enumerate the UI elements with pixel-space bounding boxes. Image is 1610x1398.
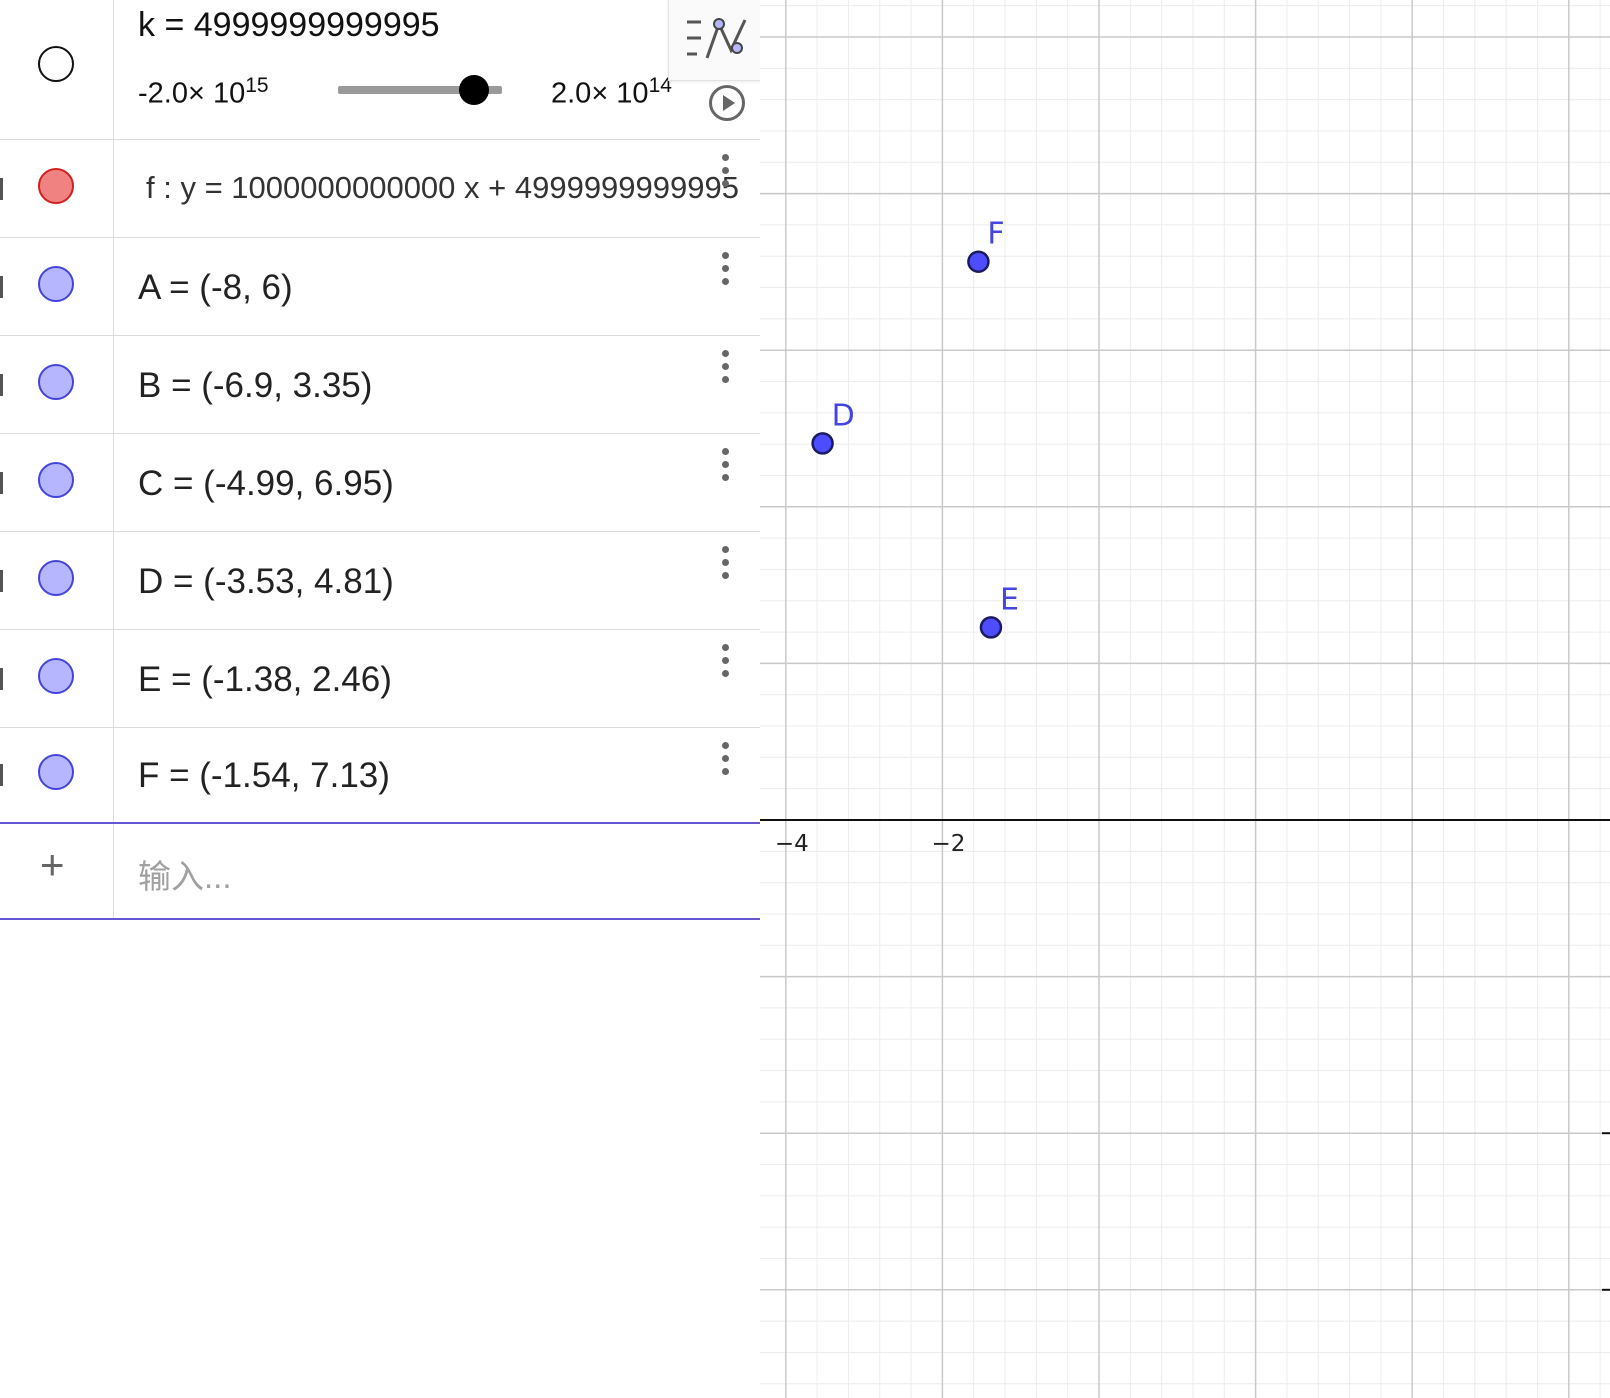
point-D[interactable] (811, 432, 834, 455)
visibility-toggle-D[interactable] (38, 560, 74, 596)
algebra-row-C[interactable]: C = (-4.99, 6.95) (0, 434, 760, 532)
algebra-view: k = 4999999999995 -2.0× 1015 2.0× 1014 f… (0, 0, 761, 1398)
row-edge-mark (0, 764, 3, 786)
visibility-toggle-f[interactable] (38, 168, 74, 204)
point-definition[interactable]: F = (-1.54, 7.13) (138, 756, 390, 796)
marble-cell (0, 336, 114, 433)
slider-thumb[interactable] (459, 75, 489, 105)
point-definition[interactable]: E = (-1.38, 2.46) (138, 660, 392, 700)
point-label-D: D (832, 398, 855, 433)
major-grid (760, 0, 1610, 1398)
marble-cell (0, 0, 114, 139)
graphics-view[interactable]: −10−8−6−4−2 f ABCDEF (760, 0, 1610, 1398)
marble-cell (0, 140, 114, 237)
marble-cell (0, 630, 114, 727)
algebra-row-D[interactable]: D = (-3.53, 4.81) (0, 532, 760, 630)
slider-definition[interactable]: k = 4999999999995 (138, 6, 440, 45)
point-F[interactable] (967, 250, 990, 273)
x-tick-labels: −10−8−6−4−2 (775, 831, 966, 857)
point-definition[interactable]: D = (-3.53, 4.81) (138, 562, 394, 602)
row-edge-mark (0, 570, 3, 592)
marble-cell (0, 434, 114, 531)
algebra-graphics-style-icon (687, 18, 747, 59)
visibility-toggle-F[interactable] (38, 754, 74, 790)
input-placeholder[interactable]: 输入... (138, 850, 232, 898)
slider-max-value: 2.0× 1014 (551, 74, 672, 111)
point-definition[interactable]: C = (-4.99, 6.95) (138, 464, 394, 504)
visibility-toggle-A[interactable] (38, 266, 74, 302)
visibility-toggle-E[interactable] (38, 658, 74, 694)
more-options-icon[interactable] (722, 350, 730, 389)
slider-row-k[interactable]: k = 4999999999995 -2.0× 1015 2.0× 1014 (0, 0, 761, 140)
function-definition[interactable]: f : y = 1000000000000 x + 4999999999995 (146, 170, 760, 206)
marble-cell (0, 238, 114, 335)
marble-cell (0, 728, 114, 822)
play-circle-icon[interactable] (708, 84, 746, 122)
slider-min-value: -2.0× 1015 (138, 74, 269, 111)
input-bar[interactable]: + 输入... (0, 822, 760, 920)
coordinate-plane[interactable]: −10−8−6−4−2 f ABCDEF (760, 0, 1610, 1398)
algebra-row-E[interactable]: E = (-1.38, 2.46) (0, 630, 760, 728)
point-E[interactable] (979, 616, 1003, 639)
algebra-row-F[interactable]: F = (-1.54, 7.13) (0, 728, 760, 822)
slider-max-base: 2.0× 10 (551, 77, 649, 110)
point-definition[interactable]: A = (-8, 6) (138, 268, 293, 308)
more-options-icon[interactable] (722, 742, 730, 781)
more-options-icon[interactable] (722, 644, 730, 683)
slider-min-exponent: 15 (245, 74, 269, 97)
axes (760, 819, 1610, 1291)
visibility-toggle-C[interactable] (38, 462, 74, 498)
point-label-F: F (987, 217, 1004, 252)
row-edge-mark (0, 374, 3, 396)
more-options-icon[interactable] (722, 546, 730, 585)
marble-cell: + (0, 824, 114, 918)
slider-min-base: -2.0× 10 (138, 77, 246, 110)
x-tick-label: −2 (931, 831, 965, 857)
algebra-row-B[interactable]: B = (-6.9, 3.35) (0, 336, 760, 434)
row-edge-mark (0, 178, 3, 200)
algebra-row-f[interactable]: f : y = 1000000000000 x + 4999999999995 (0, 140, 760, 238)
points-layer: ABCDEF (811, 217, 1019, 639)
minor-grid (760, 0, 1610, 1398)
algebra-row-A[interactable]: A = (-8, 6) (0, 238, 760, 336)
marble-cell (0, 532, 114, 629)
add-icon[interactable]: + (40, 844, 65, 886)
point-label-E: E (1000, 582, 1019, 617)
visibility-toggle-B[interactable] (38, 364, 74, 400)
row-edge-mark (0, 668, 3, 690)
more-options-icon[interactable] (722, 252, 730, 291)
more-options-icon[interactable] (722, 448, 730, 487)
more-options-icon[interactable] (722, 154, 730, 193)
x-tick-label: −4 (775, 831, 809, 857)
point-definition[interactable]: B = (-6.9, 3.35) (138, 366, 372, 406)
visibility-toggle-k[interactable] (38, 46, 74, 82)
row-edge-mark (0, 276, 3, 298)
style-bar-toggle-button[interactable] (668, 0, 761, 81)
row-edge-mark (0, 472, 3, 494)
